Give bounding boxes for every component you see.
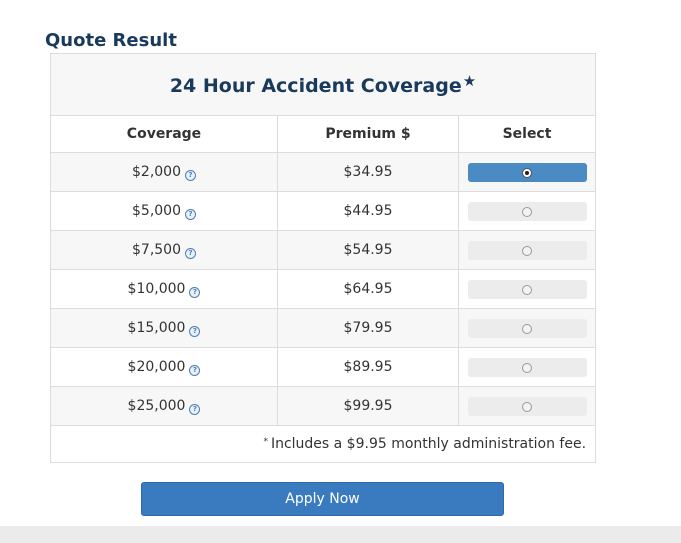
radio-button-icon[interactable]: [522, 363, 532, 373]
premium-cell: $44.95: [277, 191, 459, 231]
radio-button-icon[interactable]: [522, 402, 532, 412]
header-coverage: Coverage: [50, 115, 278, 153]
radio-button-icon[interactable]: [522, 324, 532, 334]
header-select: Select: [457, 115, 597, 153]
table-row: $2,000? $34.95: [50, 152, 597, 192]
coverage-cell: $2,000?: [50, 152, 278, 192]
apply-now-button[interactable]: Apply Now: [141, 482, 504, 516]
help-question-icon[interactable]: ?: [189, 325, 201, 337]
coverage-cell: $5,000?: [50, 191, 278, 231]
select-cell: [457, 308, 597, 348]
table-header-row: Coverage Premium $ Select: [50, 115, 597, 153]
coverage-amount: $25,000: [127, 397, 186, 414]
table-body: $2,000? $34.95 $5,000? $44.95 $7,500? $54.95 $…: [50, 152, 597, 426]
select-option-button[interactable]: [467, 162, 587, 182]
help-question-icon[interactable]: ?: [185, 169, 196, 181]
radio-button-icon[interactable]: [522, 246, 532, 256]
select-option-button[interactable]: [467, 357, 587, 377]
premium-cell: $89.95: [277, 347, 459, 387]
select-cell: [457, 347, 597, 387]
premium-cell: $79.95: [277, 308, 459, 348]
coverage-cell: $15,000?: [50, 308, 278, 348]
table-row: $15,000? $79.95: [50, 308, 597, 348]
premium-cell: $99.95: [277, 386, 459, 426]
table-row: $10,000? $64.95: [50, 269, 597, 309]
select-cell: [457, 230, 597, 270]
select-option-button[interactable]: [467, 201, 587, 221]
footnote-cell: * Includes a $9.95 monthly administration…: [49, 425, 597, 463]
select-cell: [457, 191, 597, 231]
coverage-amount: $15,000: [127, 319, 186, 336]
footnote-row: * Includes a $9.95 monthly administration…: [49, 425, 597, 463]
coverage-amount: $7,500: [132, 241, 181, 258]
premium-cell: $34.95: [277, 152, 459, 192]
premium-cell: $64.95: [277, 269, 459, 309]
select-option-button[interactable]: [467, 396, 587, 416]
quote-table: 24 Hour Accident Coverage★ Coverage Prem…: [49, 53, 597, 463]
help-question-icon[interactable]: ?: [189, 364, 201, 376]
help-question-icon[interactable]: ?: [189, 403, 201, 415]
footnote-text: Includes a $9.95 monthly administration …: [270, 436, 587, 452]
table-title-cell: 24 Hour Accident Coverage★: [49, 53, 597, 116]
select-option-button[interactable]: [467, 279, 587, 299]
radio-button-icon[interactable]: [522, 285, 532, 295]
coverage-cell: $7,500?: [50, 230, 278, 270]
coverage-cell: $25,000?: [50, 386, 278, 426]
select-option-button[interactable]: [467, 318, 587, 338]
footnote-marker: *: [263, 437, 268, 447]
title-star-icon: ★: [462, 72, 477, 90]
help-question-icon[interactable]: ?: [185, 247, 196, 259]
help-question-icon[interactable]: ?: [189, 286, 201, 298]
select-cell: [457, 269, 597, 309]
table-row: $20,000? $89.95: [50, 347, 597, 387]
coverage-amount: $10,000: [127, 280, 186, 297]
coverage-amount: $20,000: [127, 358, 186, 375]
coverage-cell: $20,000?: [50, 347, 278, 387]
page-bottom-bar: [0, 526, 681, 543]
table-title-row: 24 Hour Accident Coverage★: [49, 53, 597, 116]
coverage-amount: $5,000: [132, 202, 181, 219]
header-premium: Premium $: [277, 115, 459, 153]
coverage-amount: $2,000: [132, 163, 181, 180]
page-title: Quote Result: [45, 30, 177, 51]
premium-cell: $54.95: [277, 230, 459, 270]
coverage-cell: $10,000?: [50, 269, 278, 309]
table-row: $7,500? $54.95: [50, 230, 597, 270]
table-title: 24 Hour Accident Coverage: [169, 75, 462, 97]
table-row: $5,000? $44.95: [50, 191, 597, 231]
table-row: $25,000? $99.95: [50, 386, 597, 426]
radio-button-icon[interactable]: [522, 168, 532, 178]
apply-now-label: Apply Now: [285, 491, 360, 507]
select-cell: [457, 386, 597, 426]
radio-button-icon[interactable]: [522, 207, 532, 217]
select-cell: [457, 152, 597, 192]
help-question-icon[interactable]: ?: [185, 208, 196, 220]
select-option-button[interactable]: [467, 240, 587, 260]
